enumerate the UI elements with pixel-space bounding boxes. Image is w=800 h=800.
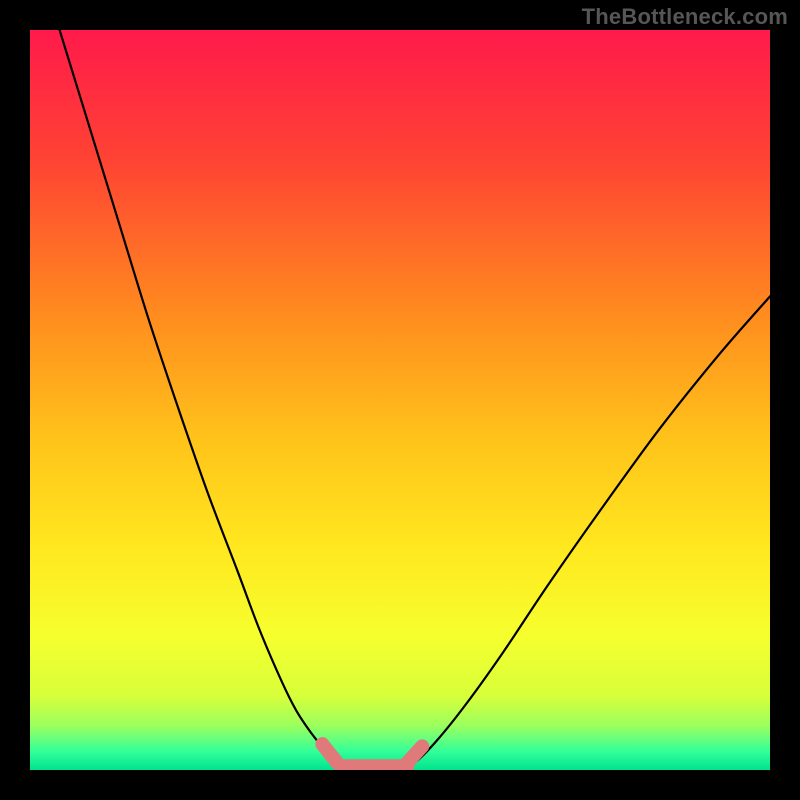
plot-background xyxy=(30,30,770,770)
watermark-text: TheBottleneck.com xyxy=(582,4,788,30)
bottleneck-plot xyxy=(0,0,800,800)
chart-frame: { "watermark": "TheBottleneck.com", "plo… xyxy=(0,0,800,800)
